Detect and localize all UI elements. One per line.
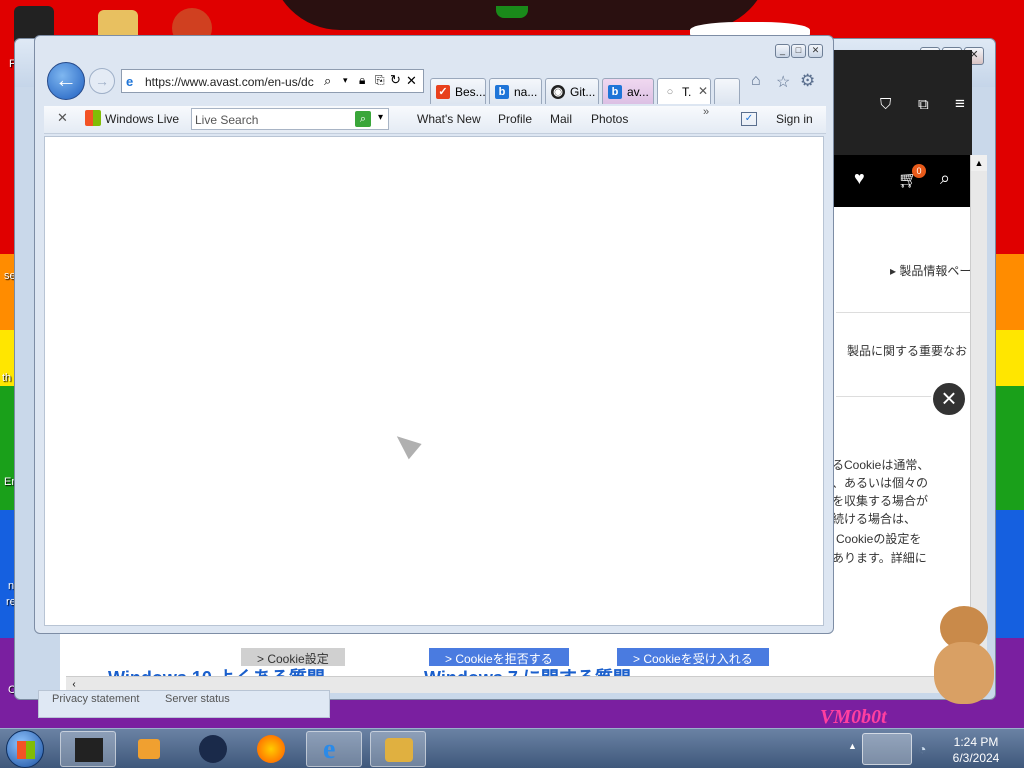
tray-speaker-icon[interactable]: ◔: [918, 741, 926, 757]
tab-2[interactable]: b na...: [489, 78, 542, 104]
globe-icon: [199, 735, 227, 763]
search-icon[interactable]: ⌕: [940, 168, 950, 189]
bing-icon: b: [495, 85, 509, 99]
desktop-label: th: [2, 372, 12, 384]
cookie-text-line: あります。詳細に: [832, 551, 927, 565]
tab-3[interactable]: ◉ Git...: [545, 78, 599, 104]
ie-minimize-button[interactable]: _: [775, 44, 790, 58]
github-icon: ◉: [551, 85, 565, 99]
tab-1[interactable]: ✓ Bes...: [430, 78, 486, 104]
ie-close-button[interactable]: ✕: [808, 44, 823, 58]
tab-label: Git...: [570, 85, 596, 99]
vivaldi-icon: ✓: [436, 85, 450, 99]
products-info-link[interactable]: ▸ 製品情報ペー: [890, 262, 971, 279]
cookie-text-line: Cookieの設定を: [836, 532, 922, 546]
cookie-accept-button[interactable]: > Cookieを受け入れる: [617, 648, 769, 666]
back-button[interactable]: ←: [47, 62, 85, 100]
search-go-icon[interactable]: ⌕: [355, 111, 371, 127]
address-bar[interactable]: e https://www.avast.com/en-us/dc ⌕ ▾ 🔒︎ …: [121, 69, 424, 93]
new-tab-button[interactable]: [714, 78, 740, 104]
ie-page-content: [44, 136, 824, 626]
compatibility-icon[interactable]: ⎘: [375, 73, 385, 88]
cookie-text-line: 、あるいは個々の: [832, 476, 929, 490]
whats-new-link[interactable]: What's New: [417, 112, 481, 126]
taskbar-item-globe[interactable]: [185, 731, 241, 767]
tab-label: Bes...: [455, 85, 486, 99]
tab-label: av...: [627, 85, 649, 99]
refresh-icon[interactable]: ↻: [390, 72, 401, 88]
tray-expand-icon[interactable]: ▲: [848, 741, 857, 751]
close-toolbar-icon[interactable]: ✕: [57, 110, 68, 126]
pocket-icon[interactable]: ⛉: [880, 96, 891, 113]
taskbar-item-explorer[interactable]: [60, 731, 116, 767]
windows-logo-icon: [17, 741, 35, 759]
home-icon[interactable]: ⌂: [751, 72, 761, 90]
wallpaper-watermark: VM0b0t: [820, 706, 887, 728]
tab-label: na...: [514, 85, 538, 99]
loading-icon: ○: [666, 86, 674, 98]
photos-link[interactable]: Photos: [591, 112, 628, 126]
cart-count-badge: 0: [912, 164, 926, 178]
dark-window-icon: [75, 738, 103, 762]
vertical-scrollbar[interactable]: ▲: [970, 155, 987, 670]
sign-in-link[interactable]: Sign in: [776, 112, 813, 126]
mail-link[interactable]: Mail: [550, 112, 572, 126]
search-icon[interactable]: ⌕: [324, 73, 331, 89]
cookie-close-button[interactable]: ×: [931, 381, 967, 417]
address-text[interactable]: https://www.avast.com/en-us/dc: [145, 75, 321, 89]
taskbar-item-firefox[interactable]: [243, 731, 299, 767]
ie-page-icon: e: [126, 74, 134, 89]
lock-icon[interactable]: 🔒︎: [359, 73, 365, 88]
heart-icon[interactable]: ♥: [854, 168, 865, 189]
profile-link[interactable]: Profile: [498, 112, 532, 126]
taskbar: e ▲ ◔: [0, 728, 1024, 768]
hamster-body: [934, 642, 994, 704]
tab-5-active[interactable]: ○ T. ✕: [657, 78, 711, 104]
start-button[interactable]: [6, 730, 44, 768]
cookie-text-line: を収集する場合が: [832, 494, 929, 508]
taskbar-item-ie[interactable]: e: [306, 731, 362, 767]
important-notice-text[interactable]: 製品に関する重要なお: [847, 342, 967, 359]
tab-label: T.: [682, 85, 692, 99]
close-tab-icon[interactable]: ✕: [698, 84, 708, 98]
gear-icon[interactable]: ⚙: [800, 71, 815, 91]
divider: [836, 312, 970, 313]
ie-maximize-button[interactable]: □: [791, 44, 806, 58]
windows-logo-icon: [85, 110, 101, 126]
tab-4[interactable]: b av...: [602, 78, 654, 104]
search-options-arrow-icon[interactable]: ▾: [378, 112, 383, 123]
ie-window[interactable]: _ □ ✕ ← → e https://www.avast.com/en-us/…: [34, 35, 834, 634]
bing-icon: b: [608, 85, 622, 99]
privacy-statement-link[interactable]: Privacy statement: [52, 693, 139, 705]
media-player-icon: [138, 739, 160, 759]
scroll-up-arrow[interactable]: ▲: [971, 155, 987, 171]
clock-time: 1:24 PM: [953, 735, 999, 749]
cookie-text-line: 続ける場合は、: [832, 512, 917, 526]
clock-date: 6/3/2024: [952, 751, 1000, 765]
taskbar-item-media-player[interactable]: [122, 731, 178, 767]
ie-icon: e: [323, 734, 336, 765]
server-status-link[interactable]: Server status: [165, 693, 230, 705]
favorites-star-icon[interactable]: ☆: [776, 72, 790, 92]
taskbar-clock[interactable]: 1:24 PM 6/3/2024: [938, 734, 1014, 766]
more-chevron-icon[interactable]: »: [703, 106, 709, 118]
hamster-mascot[interactable]: [930, 606, 1000, 706]
windows-live-link[interactable]: Windows Live: [105, 112, 179, 126]
forward-button[interactable]: →: [89, 68, 115, 94]
taskbar-item-messenger[interactable]: [370, 731, 426, 767]
cookie-text-line: るCookieは通常、: [832, 458, 930, 472]
tray-network-icon[interactable]: [862, 733, 912, 765]
checkmark-icon[interactable]: ✓: [741, 112, 757, 126]
messenger-icon: [385, 738, 413, 762]
firefox-icon: [257, 735, 285, 763]
extensions-icon[interactable]: ⧉: [918, 96, 929, 113]
dropdown-arrow-icon[interactable]: ▾: [343, 75, 348, 86]
wallpaper-creature-eyes: [496, 6, 528, 18]
menu-icon[interactable]: ≡: [955, 94, 965, 114]
stop-icon[interactable]: ✕: [406, 73, 417, 89]
